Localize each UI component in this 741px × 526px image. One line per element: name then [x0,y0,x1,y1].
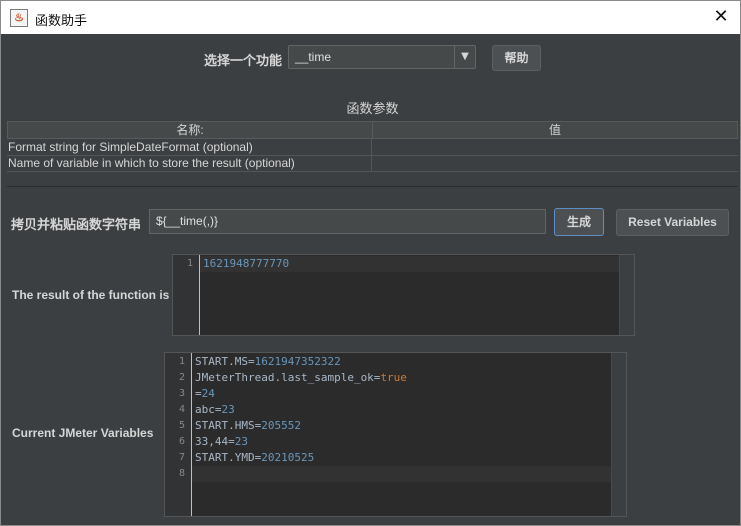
column-header-value[interactable]: 值 [373,122,737,138]
variable-line: 33,44=23 [195,435,248,448]
column-header-name[interactable]: 名称: [8,122,373,138]
generate-button[interactable]: 生成 [554,208,604,236]
reset-variables-button[interactable]: Reset Variables [616,209,729,236]
variable-line: START.HMS=205552 [195,419,301,432]
function-helper-window: ♨ 函数助手 ✕ 选择一个功能 __time ▼ 帮助 函数参数 名称: 值 F… [0,0,741,526]
vertical-scrollbar[interactable] [611,353,626,516]
line-number: 6 [178,436,185,447]
jmeter-app-icon: ♨ [10,9,28,27]
vertical-scrollbar[interactable] [619,255,634,335]
table-row[interactable]: Name of variable in which to store the r… [7,155,738,172]
function-string-input[interactable]: ${__time(,)} [149,209,546,234]
line-number: 8 [178,468,185,479]
current-line-highlight [192,466,612,482]
param-name-cell[interactable]: Name of variable in which to store the r… [8,155,372,171]
line-number-gutter: 1 2 3 4 5 6 7 8 [165,353,192,516]
dropdown-arrow-icon[interactable]: ▼ [454,46,475,68]
function-select[interactable]: __time ▼ [288,45,476,69]
variable-line: JMeterThread.last_sample_ok=true [195,371,407,384]
variable-line: START.MS=1621947352322 [195,355,341,368]
line-number: 3 [178,388,185,399]
function-select-value: __time [295,50,332,64]
variable-line: START.YMD=20210525 [195,451,315,464]
result-editor[interactable]: 1 1621948777770 [172,254,635,336]
params-table-header: 名称: 值 [7,121,738,139]
line-number-gutter: 1 [173,255,200,335]
title-bar: ♨ 函数助手 ✕ [1,1,740,34]
line-number: 2 [178,372,185,383]
line-number: 1 [178,356,185,367]
variables-editor[interactable]: 1 2 3 4 5 6 7 8 START.MS=1621947352322 J… [164,352,627,517]
variables-label: Current JMeter Variables [12,426,154,440]
param-name-cell[interactable]: Format string for SimpleDateFormat (opti… [8,139,372,155]
result-value: 1621948777770 [203,257,290,270]
variable-line: =24 [195,387,215,400]
params-table: 名称: 值 Format string for SimpleDateFormat… [7,121,738,187]
line-number: 5 [178,420,185,431]
line-number: 1 [186,258,193,269]
param-value-cell[interactable] [372,139,736,155]
close-icon[interactable]: ✕ [710,6,732,28]
help-button[interactable]: 帮助 [492,45,541,71]
function-select-label: 选择一个功能 [204,54,283,69]
line-number: 4 [178,404,185,415]
param-value-cell[interactable] [372,155,736,171]
function-string-label: 拷贝并粘贴函数字符串 [11,218,142,233]
dialog-content: 选择一个功能 __time ▼ 帮助 函数参数 名称: 值 Format str… [7,34,738,523]
variable-line: abc=23 [195,403,235,416]
params-heading: 函数参数 [346,102,399,117]
table-row[interactable]: Format string for SimpleDateFormat (opti… [7,139,738,156]
window-title: 函数助手 [35,14,88,29]
result-label: The result of the function is [12,288,170,302]
line-number: 7 [178,452,185,463]
